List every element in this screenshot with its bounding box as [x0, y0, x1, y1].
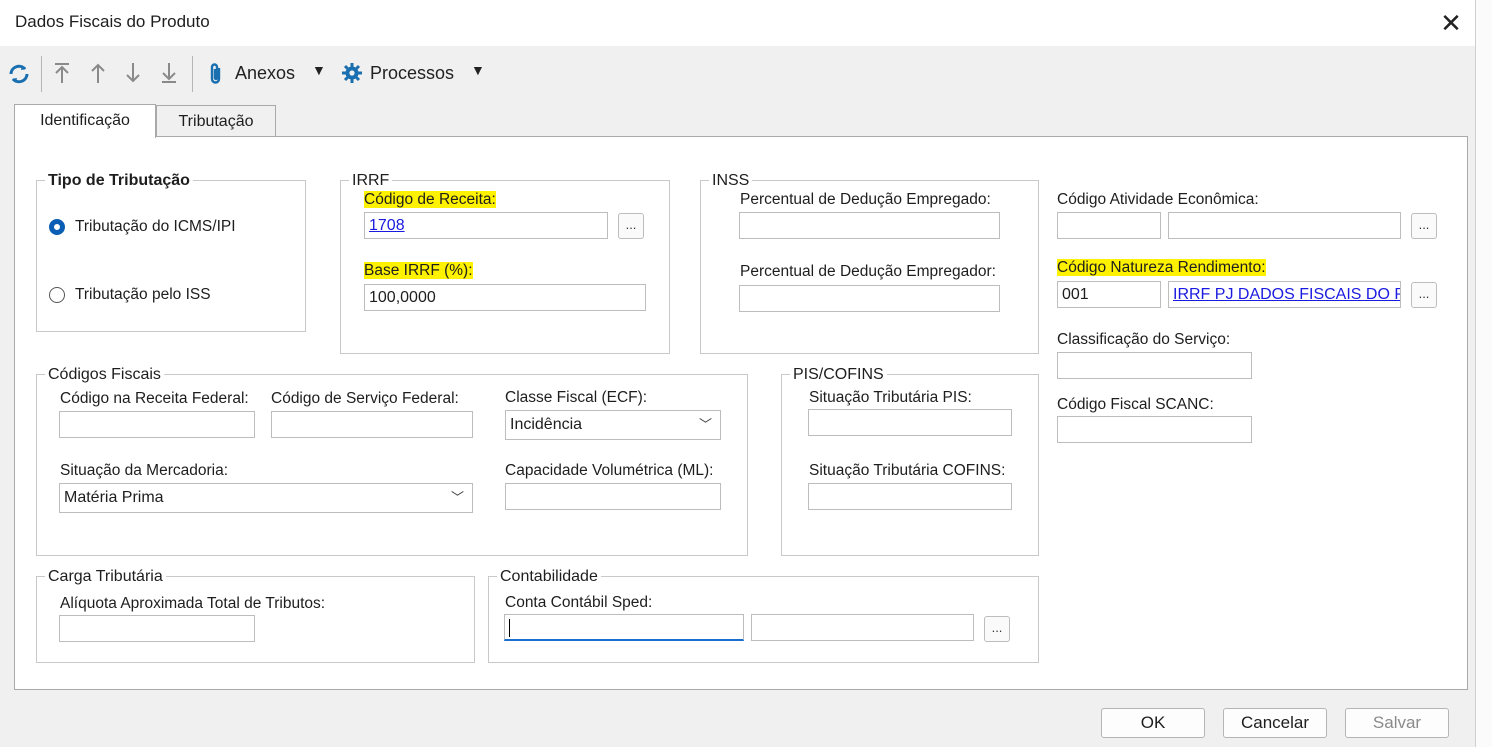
field-label: Situação da Mercadoria: — [60, 462, 229, 479]
highlighted-label: Código Natureza Rendimento: — [1057, 259, 1266, 276]
receita-federal-input[interactable] — [59, 411, 255, 438]
radio-iss[interactable] — [49, 287, 65, 303]
gear-icon — [342, 63, 362, 83]
select-value: Matéria Prima — [64, 489, 164, 506]
base-irrf-input[interactable]: 100,0000 — [364, 284, 646, 311]
field-label: Código Fiscal SCANC: — [1057, 396, 1214, 413]
group-title: Códigos Fiscais — [45, 366, 164, 384]
situacao-pis-input[interactable] — [808, 409, 1012, 436]
group-title: PIS/COFINS — [790, 366, 887, 384]
field-label: Código de Serviço Federal: — [271, 390, 459, 407]
atividade-code-input[interactable] — [1057, 212, 1161, 239]
conta-contabil-code-input[interactable] — [504, 614, 744, 641]
text-cursor — [509, 619, 510, 637]
lookup-button[interactable]: ... — [1411, 213, 1437, 239]
field-label: Situação Tributária COFINS: — [809, 462, 1006, 479]
chevron-down-icon[interactable]: ▼ — [312, 62, 326, 78]
aliquota-input[interactable] — [59, 615, 255, 642]
radio-label: Tributação pelo ISS — [75, 286, 211, 303]
field-label: Percentual de Dedução Empregado: — [740, 191, 991, 208]
field-label: Base IRRF (%): — [364, 262, 473, 280]
dialog-window: Dados Fiscais do Produto ✕ Anexos ▼ Proc… — [0, 0, 1476, 747]
window-title: Dados Fiscais do Produto — [15, 12, 210, 31]
save-button[interactable]: Salvar — [1345, 708, 1449, 738]
conta-contabil-desc-input[interactable] — [751, 614, 974, 641]
situacao-mercadoria-select[interactable]: Matéria Prima ﹀ — [59, 483, 473, 513]
natureza-code-input[interactable]: 001 — [1057, 281, 1161, 308]
field-label: Código Atividade Econômica: — [1057, 191, 1259, 208]
tipo-tributacao-group — [36, 180, 306, 332]
group-title: Contabilidade — [497, 568, 601, 586]
group-title: IRRF — [349, 172, 393, 190]
field-label: Conta Contábil Sped: — [505, 594, 653, 611]
servico-federal-input[interactable] — [271, 411, 473, 438]
natureza-desc-input[interactable]: IRRF PJ DADOS FISCAIS DO P — [1168, 281, 1401, 308]
deducao-empregado-input[interactable] — [739, 212, 1000, 239]
codigo-receita-input[interactable]: 1708 — [364, 212, 608, 239]
radio-label: Tributação do ICMS/IPI — [75, 218, 236, 235]
chevron-down-icon: ﹀ — [450, 490, 464, 505]
field-label: Situação Tributária PIS: — [809, 389, 972, 406]
classe-fiscal-select[interactable]: Incidência ﹀ — [505, 410, 721, 440]
move-first-icon[interactable] — [52, 61, 72, 85]
cancel-button[interactable]: Cancelar — [1223, 708, 1327, 738]
situacao-cofins-input[interactable] — [808, 483, 1012, 510]
codigo-scanc-input[interactable] — [1057, 416, 1252, 443]
highlighted-label: Código de Receita: — [364, 191, 496, 208]
group-title: INSS — [709, 172, 753, 190]
toolbar-separator — [41, 56, 42, 92]
group-title: Carga Tributária — [45, 568, 166, 586]
lookup-button[interactable]: ... — [984, 616, 1010, 642]
field-label: Código Natureza Rendimento: — [1057, 259, 1266, 277]
close-button[interactable]: ✕ — [1433, 6, 1469, 40]
chevron-down-icon[interactable]: ▼ — [471, 62, 485, 78]
select-value: Incidência — [510, 416, 583, 433]
field-label: Percentual de Dedução Empregador: — [740, 263, 996, 280]
lookup-button[interactable]: ... — [1411, 282, 1437, 308]
ok-button[interactable]: OK — [1101, 708, 1205, 738]
field-label: Capacidade Volumétrica (ML): — [505, 462, 714, 479]
lookup-button[interactable]: ... — [618, 213, 644, 239]
background-edge — [1476, 0, 1492, 747]
refresh-icon[interactable] — [7, 62, 31, 86]
capacidade-volumetrica-input[interactable] — [505, 483, 721, 510]
group-title: Tipo de Tributação — [45, 172, 193, 190]
field-label: Alíquota Aproximada Total de Tributos: — [60, 595, 326, 612]
atividade-desc-input[interactable] — [1168, 212, 1401, 239]
tab-identificacao[interactable]: Identificação — [14, 104, 156, 138]
toolbar-separator — [192, 56, 193, 92]
anexos-menu[interactable]: Anexos — [235, 63, 295, 84]
move-down-icon[interactable] — [123, 61, 143, 85]
title-bar: Dados Fiscais do Produto ✕ — [0, 0, 1475, 46]
deducao-empregador-input[interactable] — [739, 285, 1000, 312]
tab-tributacao[interactable]: Tributação — [156, 105, 276, 137]
classificacao-servico-input[interactable] — [1057, 352, 1252, 379]
field-label: Classe Fiscal (ECF): — [505, 389, 648, 406]
processos-menu[interactable]: Processos — [370, 63, 454, 84]
field-label: Código na Receita Federal: — [60, 390, 249, 407]
chevron-down-icon: ﹀ — [698, 417, 712, 432]
radio-icms-ipi[interactable] — [49, 219, 65, 235]
paperclip-icon — [210, 63, 221, 84]
move-last-icon[interactable] — [159, 61, 179, 85]
field-label: Classificação do Serviço: — [1057, 331, 1231, 348]
highlighted-label: Base IRRF (%): — [364, 262, 473, 279]
move-up-icon[interactable] — [88, 61, 108, 85]
field-label: Código de Receita: — [364, 191, 496, 209]
